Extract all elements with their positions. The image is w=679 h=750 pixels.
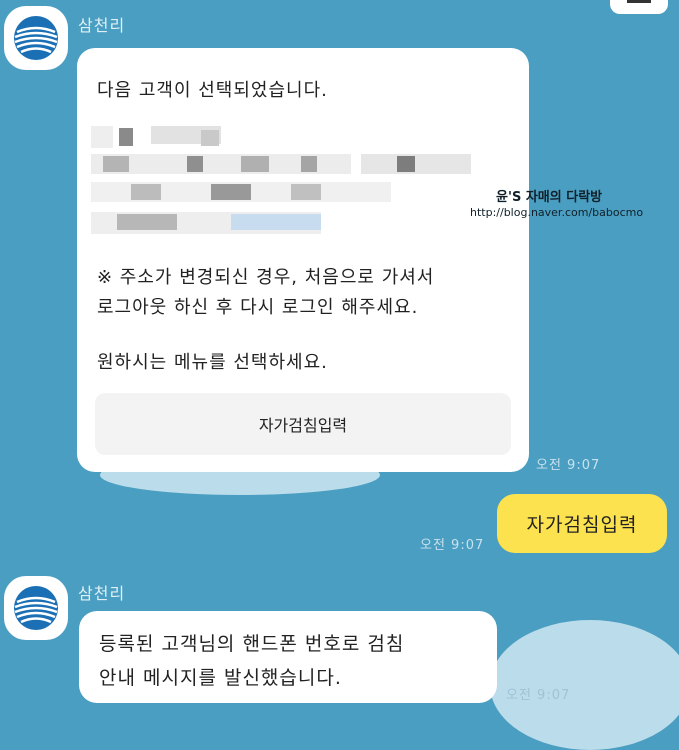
message-card: 다음 고객이 선택되었습니다. ※ 주소가 변경되신 경우, 처음으로 가셔서 … [77,48,529,472]
sender-name: 삼천리 [78,16,126,35]
message-text: 안내 메시지를 발신했습니다. [99,667,342,689]
watermark-url: http://blog.naver.com/babocmo [470,206,644,219]
samchully-logo-icon [14,586,58,630]
message-text: 등록된 고객님의 핸드폰 번호로 검침 [99,633,405,655]
sender-name: 삼천리 [78,584,126,603]
menu-button[interactable] [610,0,668,14]
message-bubble: 등록된 고객님의 핸드폰 번호로 검침 안내 메시지를 발신했습니다. [79,611,497,703]
menu-icon [627,0,651,3]
message-time: 오전 9:07 [506,688,571,703]
samchully-logo-icon [14,16,58,60]
notice-text: 로그아웃 하신 후 다시 로그인 해주세요. [97,297,419,318]
avatar[interactable] [4,576,68,640]
redacted-customer-info [91,120,471,250]
message-text: 다음 고객이 선택되었습니다. [97,80,328,101]
self-meter-reading-button[interactable]: 자가검침입력 [95,393,511,455]
avatar[interactable] [4,6,68,70]
my-message-bubble: 자가검침입력 [497,494,667,553]
prompt-text: 원하시는 메뉴를 선택하세요. [97,352,328,373]
message-time: 오전 9:07 [536,458,601,473]
notice-text: ※ 주소가 변경되신 경우, 처음으로 가셔서 [97,267,435,288]
watermark-title: 윤'S 자매의 다락방 [496,190,603,205]
message-time: 오전 9:07 [420,538,485,553]
